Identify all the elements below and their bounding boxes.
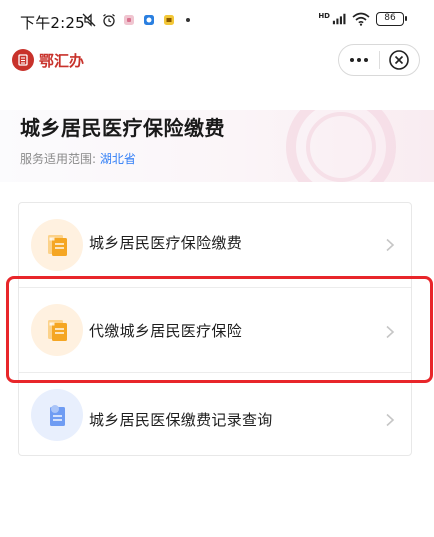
app-header: 鄂汇办 <box>0 40 434 82</box>
page-title: 城乡居民医疗保险缴费 <box>20 116 225 140</box>
chevron-right-icon <box>386 325 395 339</box>
service-banner: 城乡居民医疗保险缴费 服务适用范围: 湖北省 <box>0 110 434 182</box>
more-dot-icon <box>363 58 368 62</box>
app-notification-icon <box>122 13 136 27</box>
brand: 鄂汇办 <box>12 49 84 71</box>
miniapp-capsule <box>338 44 420 76</box>
service-item-label: 城乡居民医疗保险缴费 <box>89 234 243 252</box>
wifi-icon <box>352 12 370 26</box>
more-dot-icon <box>349 58 354 62</box>
chevron-right-icon <box>386 238 395 252</box>
service-item-label: 城乡居民医保缴费记录查询 <box>89 411 273 429</box>
signal-icon <box>332 12 346 26</box>
status-system: HD 86 <box>318 12 407 26</box>
service-item-proxy-payment[interactable]: 代缴城乡居民医疗保险 <box>19 288 411 372</box>
status-notifications <box>82 13 190 27</box>
more-dot-icon <box>356 58 361 62</box>
service-item-label: 代缴城乡居民医疗保险 <box>89 322 243 340</box>
close-circle-icon <box>389 50 410 70</box>
service-item-insurance-payment[interactable]: 城乡居民医疗保险缴费 <box>19 203 411 287</box>
document-card-icon <box>31 219 83 271</box>
app-notification-icon <box>162 13 176 27</box>
service-item-payment-records[interactable]: 城乡居民医保缴费记录查询 <box>19 373 411 457</box>
brand-logo-icon <box>12 49 34 71</box>
service-scope: 服务适用范围: 湖北省 <box>20 150 136 167</box>
watermark-emblem-icon <box>306 112 376 182</box>
service-list: 城乡居民医疗保险缴费 代缴城乡居民医疗保险 城乡居民医保缴费记录查询 <box>18 202 412 456</box>
network-type-label: HD <box>318 12 330 20</box>
battery-indicator: 86 <box>376 12 407 26</box>
close-miniapp-button[interactable] <box>379 45 419 75</box>
service-scope-label: 服务适用范围: <box>20 152 97 166</box>
chevron-right-icon <box>386 413 395 427</box>
status-time: 下午2:25 <box>20 14 85 32</box>
more-notifications-dot <box>186 18 190 22</box>
service-scope-region: 湖北省 <box>99 152 136 166</box>
brand-name: 鄂汇办 <box>39 51 85 70</box>
document-card-icon <box>31 304 83 356</box>
alarm-icon <box>102 13 116 27</box>
more-options-button[interactable] <box>339 45 379 75</box>
mute-icon <box>82 13 96 27</box>
app-notification-icon <box>142 13 156 27</box>
record-search-icon <box>31 389 83 441</box>
status-bar: 下午2:25 HD 86 <box>0 0 434 40</box>
